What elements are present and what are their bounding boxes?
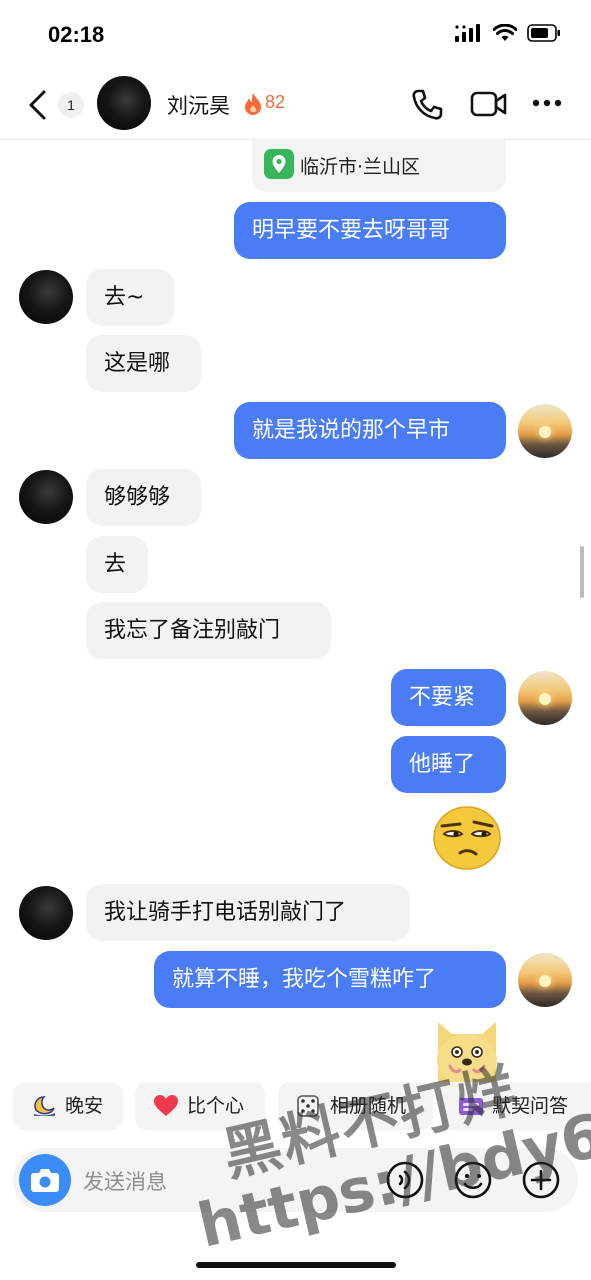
camera-icon (31, 1169, 59, 1192)
message-outgoing[interactable]: 他睡了 (391, 736, 506, 793)
fire-streak-count: 82 (265, 92, 286, 112)
battery-icon (527, 24, 560, 42)
back-icon[interactable] (24, 88, 54, 122)
emoji-icon[interactable] (453, 1160, 493, 1200)
status-time: 02:18 (48, 22, 105, 47)
chip-label: 晚安 (65, 1095, 104, 1117)
message-incoming[interactable]: 去~ (86, 269, 174, 326)
contact-message-avatar[interactable] (19, 470, 73, 524)
my-avatar[interactable] (518, 671, 572, 725)
quick-reply-bar: 晚安 比个心 相册随机 默契问答 (0, 1082, 591, 1132)
plus-icon[interactable] (521, 1160, 561, 1200)
quiz-card-icon (459, 1098, 483, 1115)
contact-message-avatar[interactable] (19, 886, 73, 940)
voice-icon[interactable] (385, 1160, 425, 1200)
message-outgoing[interactable]: 就是我说的那个早市 (234, 402, 506, 459)
my-avatar[interactable] (518, 404, 572, 458)
signal-icon (455, 24, 480, 42)
contact-message-avatar[interactable] (19, 270, 73, 324)
more-options-icon[interactable] (532, 98, 562, 108)
chip-random-album[interactable]: 相册随机 (278, 1082, 433, 1130)
message-incoming[interactable]: 我让骑手打电话别敲门了 (86, 884, 410, 941)
video-call-icon[interactable] (470, 90, 508, 118)
status-icons (455, 24, 561, 42)
message-input[interactable]: 发送消息 (83, 1166, 167, 1196)
message-outgoing[interactable]: 就算不睡，我吃个雪糕咋了 (154, 951, 506, 1008)
moon-icon (34, 1096, 55, 1116)
message-incoming[interactable]: 去 (86, 536, 148, 593)
location-name: 临沂市·兰山区 (300, 156, 421, 178)
home-indicator[interactable] (196, 1262, 396, 1268)
message-incoming[interactable]: 够够够 (86, 469, 201, 526)
chip-goodnight[interactable]: 晚安 (13, 1082, 123, 1130)
chip-quiz[interactable]: 默契问答 (440, 1082, 591, 1130)
chip-label: 默契问答 (492, 1095, 569, 1117)
status-bar: 02:18 (0, 0, 591, 70)
message-outgoing[interactable]: 不要紧 (391, 669, 506, 726)
wifi-icon (493, 24, 517, 41)
message-incoming[interactable]: 这是哪 (86, 335, 201, 392)
chip-heart[interactable]: 比个心 (135, 1082, 265, 1130)
camera-button[interactable] (19, 1154, 71, 1206)
contact-name[interactable]: 刘沅昊 (167, 90, 230, 120)
unread-badge[interactable]: 1 (58, 92, 84, 118)
chip-label: 相册随机 (330, 1095, 407, 1117)
dog-emoji-sticker[interactable] (430, 1018, 504, 1082)
my-avatar[interactable] (518, 953, 572, 1007)
dice-icon (297, 1095, 319, 1117)
chip-label: 比个心 (187, 1095, 245, 1117)
heart-icon (154, 1095, 178, 1116)
watermark: 黑料不打烊 https://bdy6.co (170, 1001, 591, 1275)
location-pin-icon (264, 149, 294, 179)
chat-header: 1 刘沅昊 82 (0, 70, 591, 140)
smug-emoji-sticker[interactable] (432, 804, 502, 870)
flame-icon (245, 93, 261, 115)
contact-avatar[interactable] (97, 76, 151, 130)
message-outgoing[interactable]: 明早要不要去呀哥哥 (234, 202, 506, 259)
scrollbar[interactable] (580, 546, 584, 598)
message-incoming[interactable]: 我忘了备注别敲门 (86, 602, 331, 659)
message-input-bar: 发送消息 (13, 1148, 578, 1212)
location-card[interactable]: 临沂市·兰山区 (252, 138, 506, 192)
phone-call-icon[interactable] (410, 88, 444, 122)
